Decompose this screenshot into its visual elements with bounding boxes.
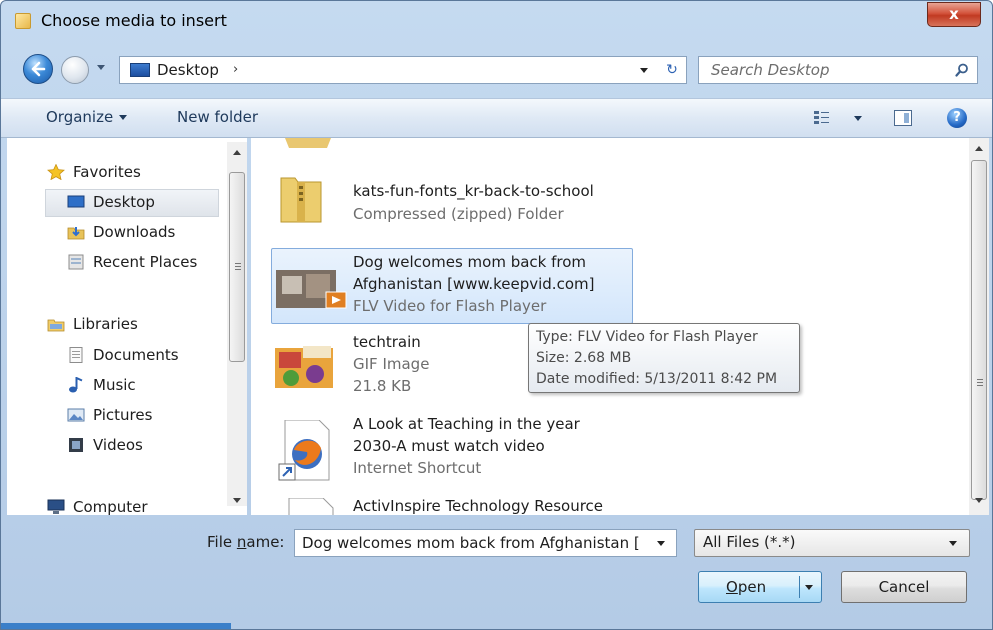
title-bar[interactable]: Choose media to insert x xyxy=(1,1,992,41)
gif-thumbnail-icon xyxy=(275,346,333,388)
file-name-label: File name: xyxy=(207,533,285,551)
nav-favorites-label: Favorites xyxy=(73,163,141,181)
computer-icon xyxy=(47,499,65,514)
file-name-line-1: Dog welcomes mom back from xyxy=(353,253,587,271)
folder-icon xyxy=(285,138,331,148)
file-type: GIF Image xyxy=(353,355,430,373)
refresh-icon[interactable]: ↻ xyxy=(661,60,683,80)
nav-recent-places-label: Recent Places xyxy=(93,253,198,271)
file-info-tooltip: Type: FLV Video for Flash Player Size: 2… xyxy=(528,323,800,393)
document-icon xyxy=(288,498,334,515)
file-size: 21.8 KB xyxy=(353,377,412,395)
tooltip-type: Type: FLV Video for Flash Player xyxy=(536,329,758,345)
file-name-combo[interactable] xyxy=(294,529,677,557)
dialog-footer: File name: All Files (*.*) Open Cancel xyxy=(1,515,992,629)
open-split-divider xyxy=(799,576,800,598)
scroll-down-arrow-icon[interactable] xyxy=(975,498,983,503)
file-name: kats-fun-fonts_kr-back-to-school xyxy=(353,182,594,200)
back-arrow-icon xyxy=(31,61,46,77)
tooltip-size: Size: 2.68 MB xyxy=(536,350,632,366)
search-box[interactable] xyxy=(698,56,978,84)
address-bar[interactable]: Desktop › ↻ xyxy=(119,56,687,84)
open-button[interactable]: Open xyxy=(698,571,822,603)
navigation-pane: Favorites Desktop Downloads Recent Place… xyxy=(7,138,247,515)
help-icon[interactable]: ? xyxy=(947,108,967,128)
file-name: techtrain xyxy=(353,333,421,351)
nav-scrollbar[interactable] xyxy=(227,142,247,506)
search-input[interactable] xyxy=(699,57,949,83)
open-label: Open xyxy=(726,578,767,596)
tooltip-date-modified: Date modified: 5/13/2011 8:42 PM xyxy=(536,371,778,387)
nav-scroll-thumb[interactable] xyxy=(229,172,245,362)
command-bar: Organize New folder ? xyxy=(1,98,992,138)
search-icon[interactable] xyxy=(955,63,969,77)
desktop-icon xyxy=(130,63,150,77)
list-item[interactable]: A Look at Teaching in the year 2030-A mu… xyxy=(271,412,633,484)
desktop-icon xyxy=(67,195,85,208)
chevron-down-icon xyxy=(119,115,128,120)
libraries-icon xyxy=(47,319,65,332)
scroll-down-arrow-icon[interactable] xyxy=(233,498,241,503)
downloads-icon xyxy=(67,227,85,240)
nav-documents-label: Documents xyxy=(93,346,179,364)
open-options-dropdown[interactable] xyxy=(805,585,813,590)
window-title: Choose media to insert xyxy=(41,11,227,30)
breadcrumb-chevron-icon[interactable]: › xyxy=(233,62,238,77)
file-name-input[interactable] xyxy=(295,530,645,556)
change-view-icon[interactable] xyxy=(813,109,831,127)
file-dialog-window: Choose media to insert x Desktop › ↻ Sea… xyxy=(0,0,993,630)
list-item[interactable]: ActivInspire Technology Resource xyxy=(271,494,633,515)
file-type: Internet Shortcut xyxy=(353,459,482,477)
nav-libraries-label: Libraries xyxy=(73,315,138,333)
file-name-dropdown[interactable] xyxy=(657,541,665,546)
preview-pane-icon[interactable] xyxy=(894,110,912,126)
file-list-scroll-thumb[interactable] xyxy=(971,160,987,500)
back-button[interactable] xyxy=(23,54,53,84)
recent-pages-dropdown[interactable] xyxy=(97,65,105,70)
app-icon xyxy=(15,13,31,29)
documents-icon xyxy=(69,347,83,363)
star-icon xyxy=(47,164,65,180)
close-button[interactable]: x xyxy=(927,2,981,27)
nav-pictures-label: Pictures xyxy=(93,406,153,424)
nav-music-label: Music xyxy=(93,376,136,394)
list-item-selected[interactable]: Dog welcomes mom back from Afghanistan [… xyxy=(271,248,633,324)
forward-button[interactable] xyxy=(61,56,89,84)
list-item[interactable]: kats-fun-fonts_kr-back-to-school Compres… xyxy=(271,168,633,238)
nav-downloads-label: Downloads xyxy=(93,223,176,241)
nav-videos-label: Videos xyxy=(93,436,143,454)
file-type-select[interactable]: All Files (*.*) xyxy=(694,529,970,557)
address-history-dropdown[interactable] xyxy=(640,68,648,73)
scroll-up-arrow-icon[interactable] xyxy=(975,146,983,151)
file-list-scrollbar[interactable] xyxy=(969,138,989,515)
recent-places-icon xyxy=(68,254,84,270)
chevron-down-icon xyxy=(949,541,957,546)
file-name-line-2: 2030-A must watch video xyxy=(353,437,545,455)
taskbar-edge xyxy=(1,623,231,629)
new-folder-button[interactable]: New folder xyxy=(177,108,258,126)
firefox-shortcut-icon xyxy=(278,420,330,481)
videos-icon xyxy=(69,438,83,452)
nav-desktop-label: Desktop xyxy=(93,193,155,211)
pictures-icon xyxy=(67,408,85,422)
cancel-button[interactable]: Cancel xyxy=(841,571,967,603)
video-thumbnail-icon xyxy=(276,270,347,309)
nav-computer-label: Computer xyxy=(73,498,148,515)
file-name-line-2: Afghanistan [www.keepvid.com] xyxy=(353,275,595,293)
file-type: FLV Video for Flash Player xyxy=(353,297,547,315)
organize-label: Organize xyxy=(46,108,114,126)
file-type-value: All Files (*.*) xyxy=(703,533,796,551)
music-icon xyxy=(69,377,83,393)
organize-button[interactable]: Organize xyxy=(46,108,128,126)
file-name-line-1: A Look at Teaching in the year xyxy=(353,415,580,433)
file-type: Compressed (zipped) Folder xyxy=(353,205,564,223)
zip-folder-icon xyxy=(280,177,322,223)
file-name: ActivInspire Technology Resource xyxy=(353,497,604,515)
view-options-dropdown[interactable] xyxy=(854,116,862,121)
address-row: Desktop › ↻ xyxy=(1,41,992,87)
scroll-up-arrow-icon[interactable] xyxy=(233,150,241,155)
breadcrumb-desktop[interactable]: Desktop xyxy=(157,61,219,79)
